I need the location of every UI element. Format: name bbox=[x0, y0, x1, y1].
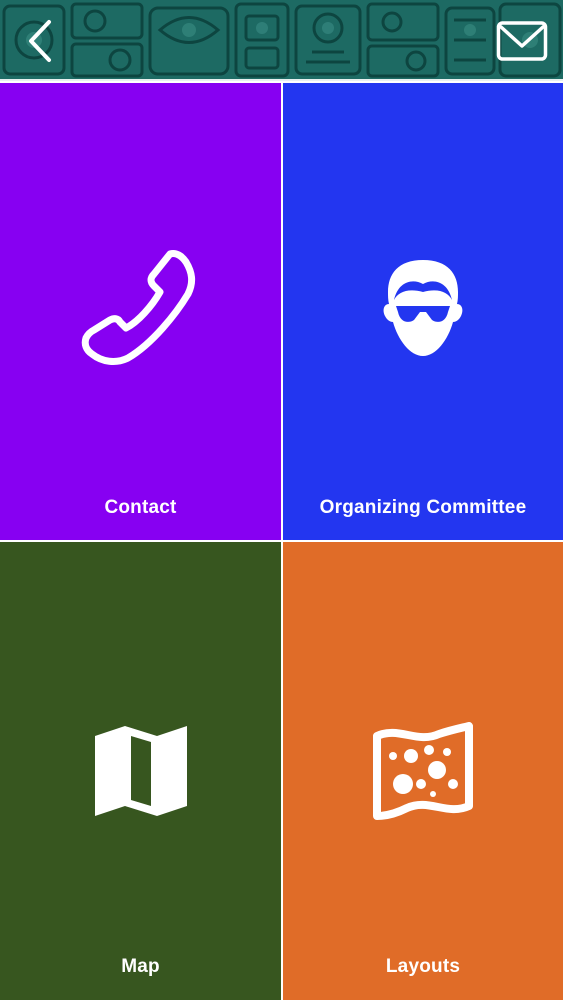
envelope-icon bbox=[496, 21, 548, 61]
carved-stone-banner bbox=[0, 0, 563, 81]
header-bar bbox=[0, 0, 563, 81]
map-label: Map bbox=[121, 956, 160, 977]
contact-label: Contact bbox=[104, 497, 177, 518]
organizing-committee-tile[interactable]: Organizing Committee bbox=[283, 83, 563, 540]
layouts-label: Layouts bbox=[385, 956, 461, 977]
layout-map-icon bbox=[353, 702, 493, 842]
back-button[interactable] bbox=[18, 14, 62, 68]
contact-tile[interactable]: Contact bbox=[0, 83, 281, 540]
app-screen: Contact Organizing Committee Map Layouts bbox=[0, 0, 563, 1000]
folded-map-icon bbox=[71, 702, 211, 842]
map-tile[interactable]: Map bbox=[0, 542, 281, 1000]
layouts-tile[interactable]: Layouts bbox=[283, 542, 563, 1000]
phone-icon bbox=[71, 241, 211, 381]
organizing-committee-label: Organizing Committee bbox=[319, 497, 527, 518]
menu-grid: Contact Organizing Committee Map Layouts bbox=[0, 83, 563, 1000]
chevron-left-icon bbox=[29, 20, 51, 62]
mail-button[interactable] bbox=[495, 18, 549, 64]
person-sunglasses-icon bbox=[353, 241, 493, 381]
